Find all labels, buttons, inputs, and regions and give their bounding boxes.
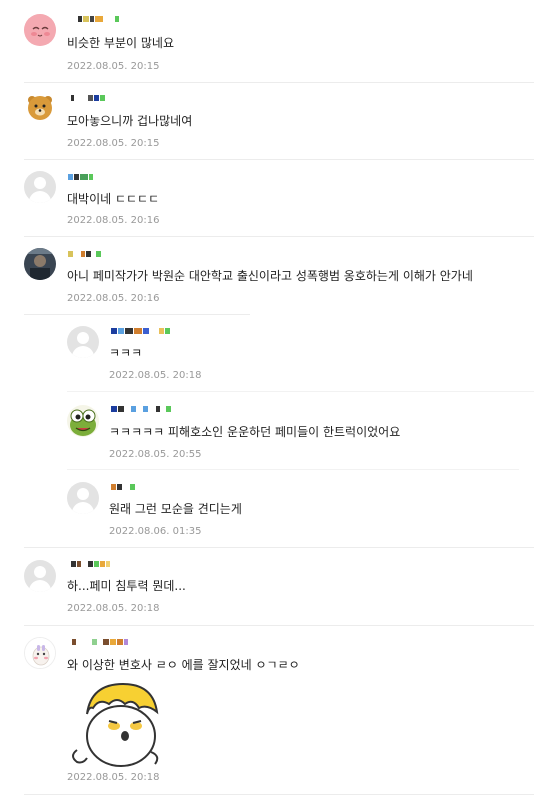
character-sticker-icon xyxy=(72,682,159,767)
nickname-redacted[interactable] xyxy=(71,559,110,569)
nickname-redacted[interactable] xyxy=(71,93,105,103)
rabbit-character-icon xyxy=(25,638,55,668)
default-avatar[interactable] xyxy=(24,171,56,203)
comment-text: ㅋㅋㅋ xyxy=(109,346,143,360)
comment-text: 비슷한 부분이 많네요 xyxy=(67,36,174,50)
default-avatar[interactable] xyxy=(67,326,99,358)
comment-text: 아니 페미작가가 박원순 대안학교 출신이라고 성폭행범 옹호하는게 이해가 안… xyxy=(67,269,473,283)
nickname-redacted[interactable] xyxy=(111,482,135,492)
bear-character-avatar[interactable] xyxy=(24,92,56,124)
divider xyxy=(24,159,534,160)
comment-text: ㅋㅋㅋㅋㅋ 피해호소인 운운하던 페미들이 한트럭이었어요 xyxy=(109,425,401,439)
comment-date: 2022.08.05. 20:18 xyxy=(67,772,160,783)
divider xyxy=(67,469,519,470)
comment-date: 2022.08.05. 20:16 xyxy=(67,215,160,226)
photo-avatar[interactable] xyxy=(24,248,56,280)
photo-icon xyxy=(24,248,56,280)
divider xyxy=(24,625,534,626)
nickname-redacted[interactable] xyxy=(72,637,128,647)
comment-text: 하...페미 침투력 뭔데... xyxy=(67,579,186,593)
rabbit-character-avatar[interactable] xyxy=(24,637,56,669)
comment-date: 2022.08.05. 20:16 xyxy=(67,293,160,304)
comment-date: 2022.08.06. 01:35 xyxy=(109,526,202,537)
nickname-redacted[interactable] xyxy=(78,14,119,24)
nickname-redacted[interactable] xyxy=(68,249,101,259)
comment-date: 2022.08.05. 20:55 xyxy=(109,449,202,460)
default-avatar[interactable] xyxy=(67,482,99,514)
yellow-hair-character-sticker xyxy=(67,676,163,770)
divider xyxy=(24,547,534,548)
divider xyxy=(24,236,534,237)
pink-character-avatar[interactable] xyxy=(24,14,56,46)
default-avatar[interactable] xyxy=(24,560,56,592)
divider xyxy=(67,391,534,392)
comment-text: 원래 그런 모순을 견디는게 xyxy=(109,502,242,516)
divider xyxy=(24,82,534,83)
nickname-redacted[interactable] xyxy=(68,172,93,182)
pink-character-icon xyxy=(24,14,56,46)
comment-text: 모아놓으니까 겁나많네여 xyxy=(67,114,193,128)
divider xyxy=(24,314,250,315)
comment-date: 2022.08.05. 20:18 xyxy=(67,603,160,614)
nickname-redacted[interactable] xyxy=(111,404,171,414)
comment-date: 2022.08.05. 20:18 xyxy=(109,370,202,381)
comment-text: 와 이상한 변호사 ㄹㅇ 에를 잘지었네 ㅇㄱㄹㅇ xyxy=(67,658,300,672)
divider xyxy=(24,794,534,795)
comment-date: 2022.08.05. 20:15 xyxy=(67,61,160,72)
bear-character-icon xyxy=(24,92,56,124)
frog-character-icon xyxy=(67,405,99,437)
frog-character-avatar[interactable] xyxy=(67,405,99,437)
comment-date: 2022.08.05. 20:15 xyxy=(67,138,160,149)
nickname-redacted[interactable] xyxy=(111,326,170,336)
comment-text: 대박이네 ㄷㄷㄷㄷ xyxy=(67,192,160,206)
